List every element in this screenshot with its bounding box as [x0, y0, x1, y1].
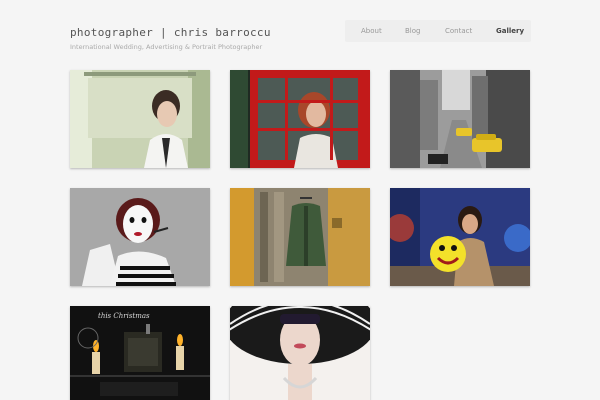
nav-contact[interactable]: Contact	[445, 27, 472, 35]
photo-image	[230, 306, 370, 400]
photo-caption: this Christmas	[98, 312, 150, 320]
page: photographer | chris barroccu Internatio…	[0, 0, 600, 400]
site-title[interactable]: photographer | chris barroccu	[70, 26, 271, 39]
photo-image	[230, 70, 370, 168]
nav-blog[interactable]: Blog	[405, 27, 420, 35]
gallery-photo-portrait-green-room[interactable]	[70, 70, 210, 168]
gallery-photo-christmas-candles[interactable]: this Christmas	[70, 306, 210, 400]
gallery-photo-new-york-taxi-street[interactable]	[390, 70, 530, 168]
nav-gallery[interactable]: Gallery	[496, 27, 524, 35]
photo-image	[70, 188, 210, 286]
gallery-photo-red-window-portrait[interactable]	[230, 70, 370, 168]
photo-image: this Christmas	[70, 306, 210, 400]
site-tagline: International Wedding, Advertising & Por…	[70, 43, 263, 51]
photo-image	[230, 188, 370, 286]
gallery-photo-woman-with-smiley-ball[interactable]	[390, 188, 530, 286]
gallery-photo-green-jacket-door[interactable]	[230, 188, 370, 286]
main-nav: About Blog Contact Gallery	[345, 20, 531, 42]
photo-image	[390, 70, 530, 168]
photo-image	[70, 70, 210, 168]
photo-image	[390, 188, 530, 286]
nav-about[interactable]: About	[361, 27, 382, 35]
gallery-photo-woman-wide-hat[interactable]	[230, 306, 370, 400]
gallery-photo-mime-portrait[interactable]	[70, 188, 210, 286]
